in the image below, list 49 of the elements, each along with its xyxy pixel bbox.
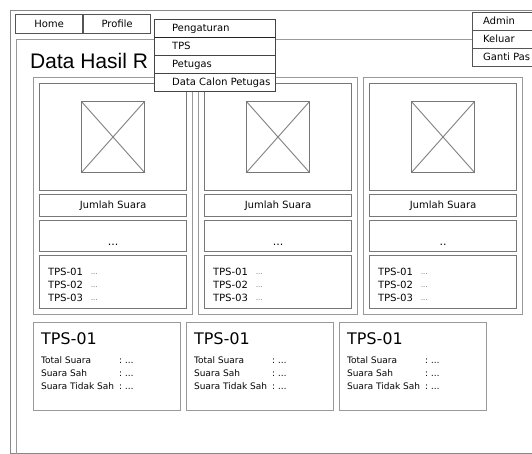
summary-value: : ... xyxy=(425,355,440,368)
summary-value: : ... xyxy=(272,368,286,381)
summary-label: Suara Sah xyxy=(41,368,88,381)
tps-name: TPS-02 xyxy=(213,279,248,292)
user-menu-item[interactable]: Keluar xyxy=(472,31,532,49)
tps-name: TPS-03 xyxy=(48,292,83,305)
dropdown-item[interactable]: TPS xyxy=(154,38,276,56)
tps-name: TPS-01 xyxy=(378,266,413,279)
value-text: ... xyxy=(272,236,284,247)
tps-name: TPS-03 xyxy=(378,292,413,305)
summary-value: : ... xyxy=(119,381,134,394)
value-text: ... xyxy=(108,236,118,247)
summary-label: Suara Tidak Sah xyxy=(194,381,268,394)
summary-title: TPS-01 xyxy=(41,329,98,349)
settings-menu-button[interactable]: Pengaturan xyxy=(154,19,276,38)
value-text: .. xyxy=(440,236,446,247)
summary-label: Total Suara xyxy=(347,355,398,368)
caption-label: Jumlah Suara xyxy=(369,194,517,217)
summary-title: TPS-01 xyxy=(347,329,404,349)
page-title: Data Hasil R xyxy=(30,49,148,75)
user-menu-item[interactable]: Ganti Pas xyxy=(472,49,532,67)
tps-name: TPS-01 xyxy=(48,266,83,279)
summary-label: Total Suara xyxy=(194,355,246,368)
image-placeholder-icon xyxy=(411,101,475,173)
summary-label: Suara Sah xyxy=(347,368,394,381)
summary-title: TPS-01 xyxy=(194,329,251,349)
summary-label: Suara Tidak Sah xyxy=(347,381,421,394)
image-placeholder-icon xyxy=(246,101,310,173)
summary-value: : ... xyxy=(272,355,286,368)
tps-name: TPS-02 xyxy=(48,279,83,292)
user-menu-button[interactable]: Admin xyxy=(472,12,532,31)
tps-name: TPS-03 xyxy=(213,292,248,305)
summary-value: : ... xyxy=(119,368,134,381)
summary-value: : ... xyxy=(425,368,440,381)
tps-name: TPS-01 xyxy=(213,266,248,279)
nav-tab[interactable]: Home xyxy=(15,14,83,34)
dropdown-item[interactable]: Petugas xyxy=(154,56,276,74)
nav-tab[interactable]: Profile xyxy=(83,14,151,34)
image-placeholder-icon xyxy=(81,101,145,173)
tps-name: TPS-02 xyxy=(378,279,413,292)
summary-label: Total Suara xyxy=(41,355,92,368)
summary-label: Suara Sah xyxy=(194,368,241,381)
summary-label: Suara Tidak Sah xyxy=(41,381,115,394)
dropdown-item[interactable]: Data Calon Petugas xyxy=(154,74,276,92)
caption-label: Jumlah Suara xyxy=(204,194,352,217)
caption-label: Jumlah Suara xyxy=(39,194,187,217)
summary-value: : ... xyxy=(425,381,440,394)
summary-value: : ... xyxy=(272,381,286,394)
summary-value: : ... xyxy=(119,355,134,368)
